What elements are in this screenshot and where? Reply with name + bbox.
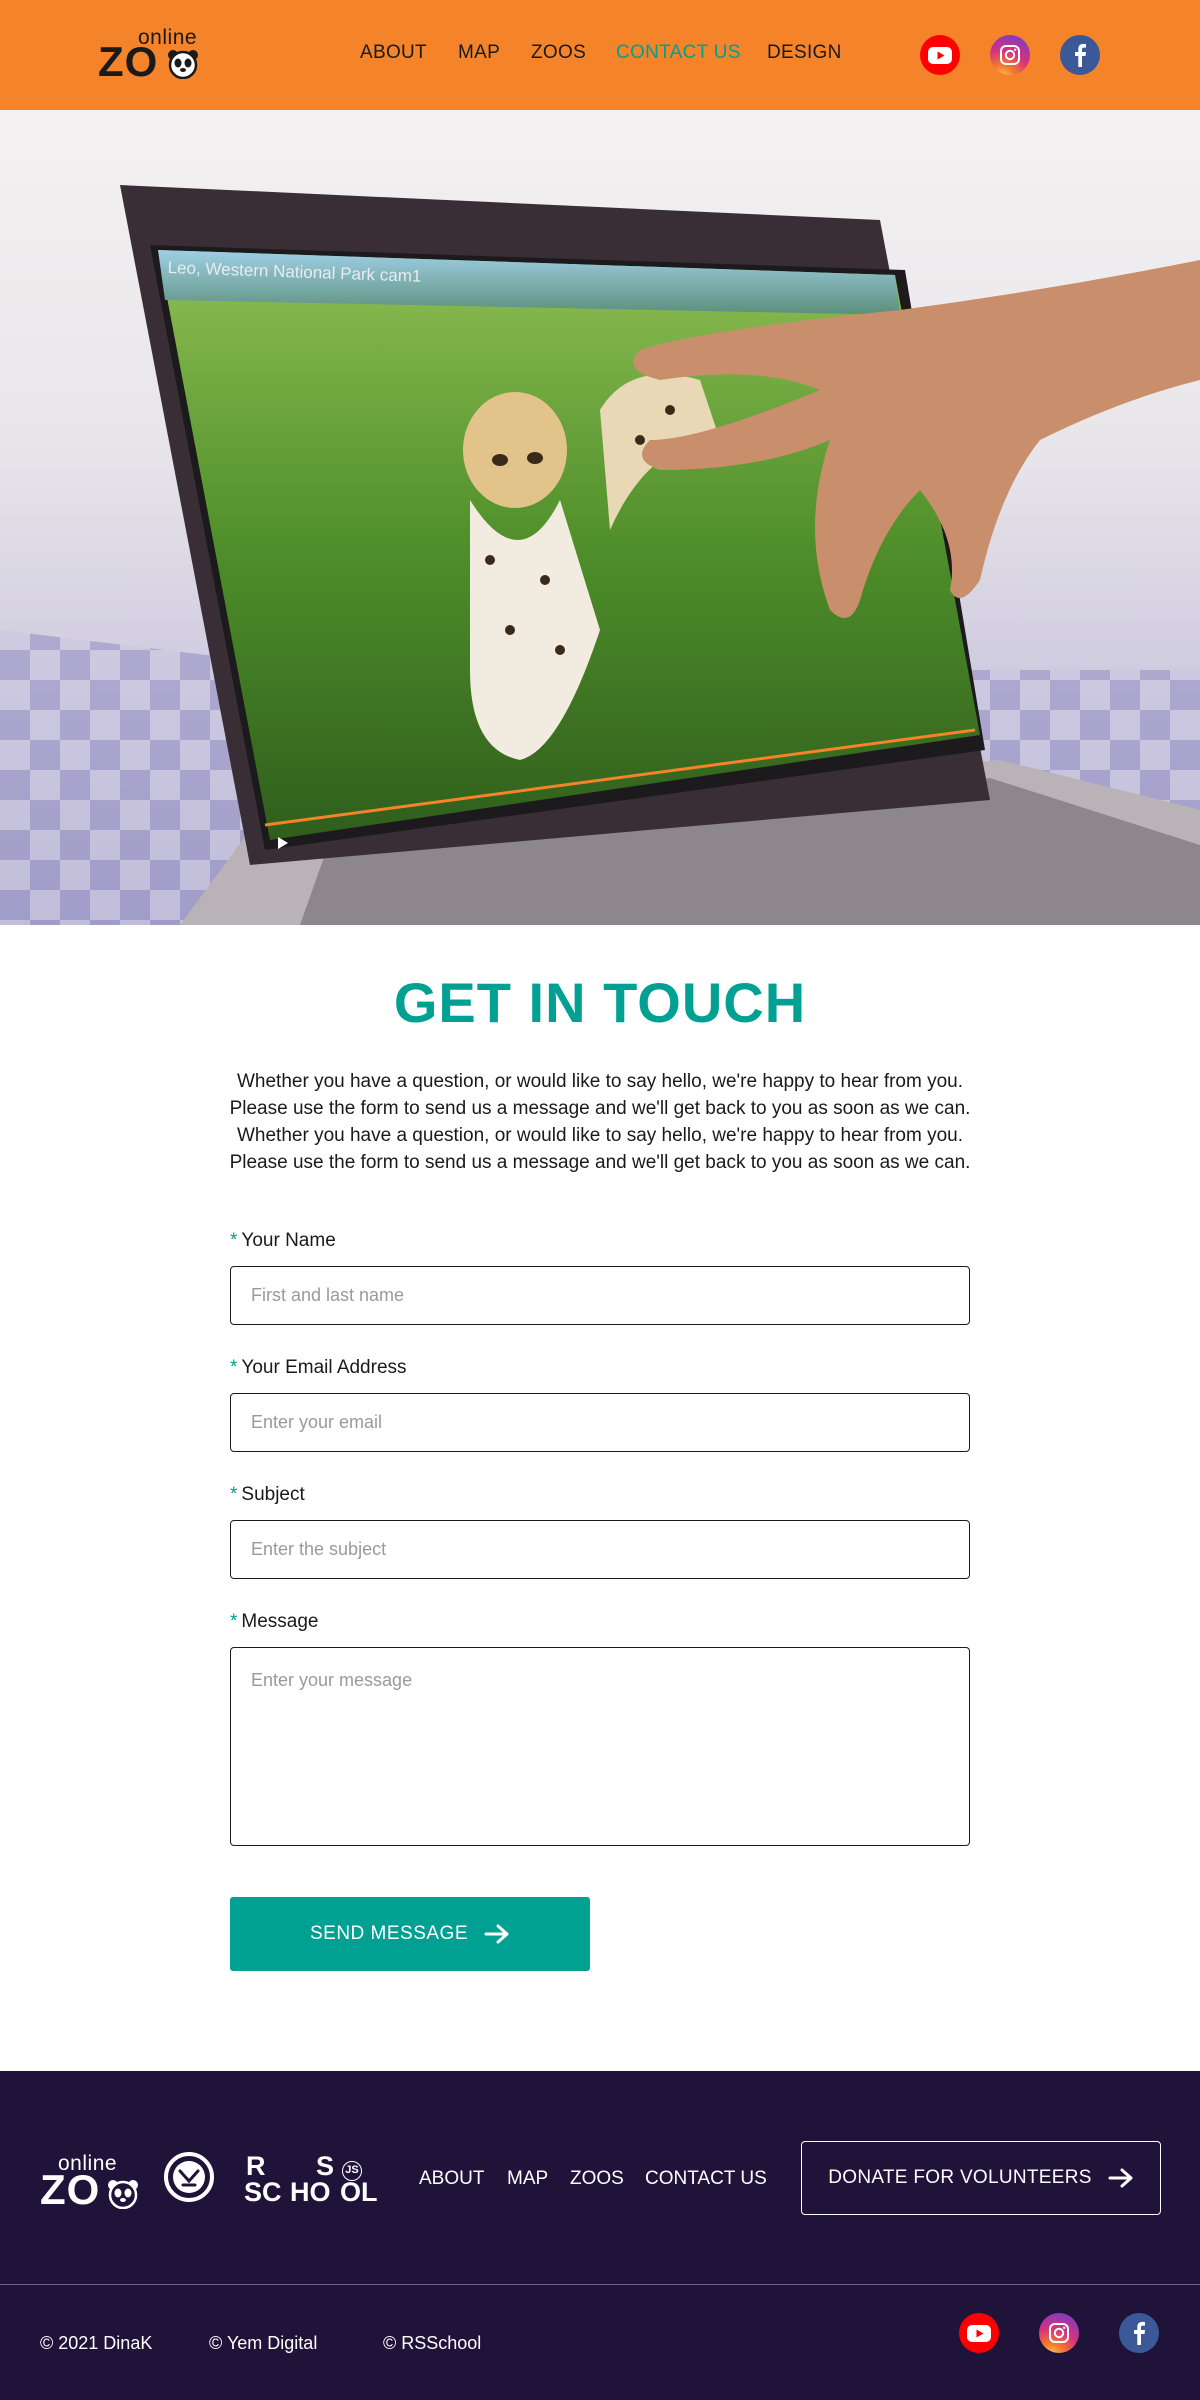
required-mark: * xyxy=(230,1611,238,1632)
page-title: GET IN TOUCH xyxy=(393,971,807,1034)
youtube-icon[interactable] xyxy=(920,35,960,75)
footer-nav-about[interactable]: ABOUT xyxy=(419,2168,484,2190)
footer-nav-map[interactable]: MAP xyxy=(507,2168,548,2190)
instagram-icon[interactable] xyxy=(1039,2313,1079,2353)
subject-label: * Subject xyxy=(230,1484,305,1506)
site-logo[interactable]: online ZO xyxy=(98,27,198,83)
name-label: * Your Name xyxy=(230,1230,336,1252)
panda-icon xyxy=(108,2180,138,2209)
required-mark: * xyxy=(230,1357,238,1378)
donate-button[interactable]: DONATE FOR VOLUNTEERS xyxy=(801,2141,1161,2215)
footer-logo[interactable]: online ZO xyxy=(40,2153,140,2213)
site-footer: online ZO R S JS SC HO OL xyxy=(0,2071,1200,2400)
message-label-text: Message xyxy=(241,1611,319,1632)
rs-badge-icon xyxy=(164,2152,214,2202)
logo-zoo-text: ZO xyxy=(98,38,159,85)
send-message-button[interactable]: SEND MESSAGE xyxy=(230,1897,590,1971)
copyright-dinak: © 2021 DinaK xyxy=(40,2333,153,2353)
footer-nav-zoos[interactable]: ZOOS xyxy=(570,2168,624,2190)
facebook-icon[interactable] xyxy=(1060,35,1100,75)
nav-design[interactable]: DESIGN xyxy=(767,42,842,64)
panda-icon xyxy=(168,50,198,79)
subject-input[interactable] xyxy=(230,1520,970,1579)
intro-text: Whether you have a question, or would li… xyxy=(229,1071,971,1173)
hero-image: Leo, Western National Park cam1 xyxy=(0,110,1200,925)
copyright-rsschool: © RSSchool xyxy=(383,2333,482,2353)
required-mark: * xyxy=(230,1484,238,1505)
footer-divider xyxy=(0,2284,1200,2285)
email-input[interactable] xyxy=(230,1393,970,1452)
rs-school-logo: R S JS SC HO OL xyxy=(244,2151,378,2207)
required-mark: * xyxy=(230,1230,238,1251)
send-message-label: SEND MESSAGE xyxy=(309,1923,469,1944)
copyright-yem-digital: © Yem Digital xyxy=(209,2333,318,2353)
nav-map[interactable]: MAP xyxy=(458,42,500,64)
message-label: * Message xyxy=(230,1611,319,1633)
site-header: online ZO ABOUT MAP ZOOS CONTACT US DESI… xyxy=(0,0,1200,110)
logo-zoo-text: ZO xyxy=(40,2166,101,2213)
name-input[interactable] xyxy=(230,1266,970,1325)
subject-label-text: Subject xyxy=(241,1484,305,1505)
name-label-text: Your Name xyxy=(241,1230,336,1251)
instagram-icon[interactable] xyxy=(990,35,1030,75)
email-label: * Your Email Address xyxy=(230,1357,407,1379)
donate-label: DONATE FOR VOLUNTEERS xyxy=(828,2167,1092,2188)
nav-zoos[interactable]: ZOOS xyxy=(531,42,586,64)
nav-about[interactable]: ABOUT xyxy=(360,42,427,64)
message-textarea[interactable] xyxy=(230,1647,970,1846)
arrow-right-icon xyxy=(1108,2168,1133,2188)
laptop-illustration xyxy=(0,185,1200,925)
nav-contact-us[interactable]: CONTACT US xyxy=(616,42,741,64)
footer-nav-contact-us[interactable]: CONTACT US xyxy=(645,2168,767,2190)
email-label-text: Your Email Address xyxy=(241,1357,407,1378)
youtube-icon[interactable] xyxy=(959,2313,999,2353)
facebook-icon[interactable] xyxy=(1119,2313,1159,2353)
arrow-right-icon xyxy=(484,1924,509,1944)
